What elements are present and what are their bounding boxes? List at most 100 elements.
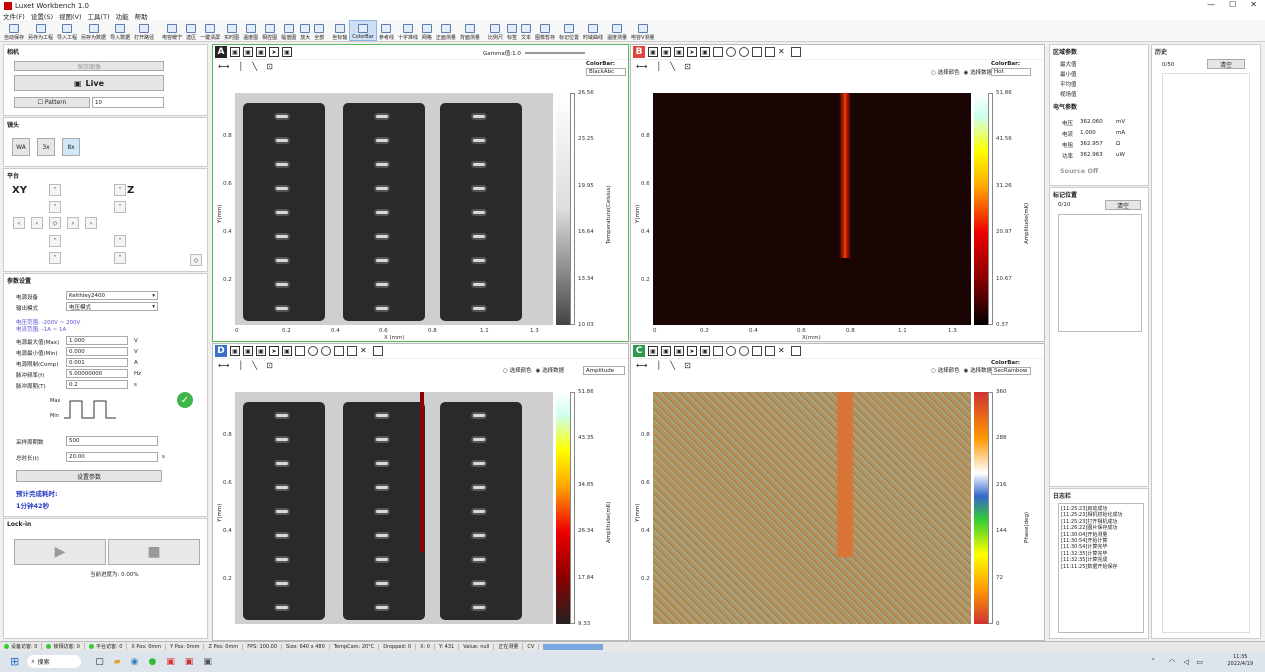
- toolbar-button-6[interactable]: 电容暖宁: [160, 20, 184, 41]
- export-icon[interactable]: ▣: [256, 346, 266, 356]
- radio-color[interactable]: ○ 选择颜色: [931, 366, 960, 374]
- menu-help[interactable]: 帮助: [135, 11, 148, 21]
- toolbar-button-0[interactable]: 自动保存: [2, 20, 26, 41]
- toolbar-button-20[interactable]: 正面测量: [434, 20, 458, 41]
- vline-icon[interactable]: │: [238, 62, 243, 71]
- fill-icon[interactable]: [791, 47, 801, 57]
- quad-A-image[interactable]: [235, 93, 553, 325]
- stage-left-button[interactable]: ‹: [31, 217, 43, 229]
- quad-B-colormap-select[interactable]: Hot: [991, 68, 1031, 76]
- menu-settings[interactable]: 设置(S): [31, 11, 53, 21]
- star-icon[interactable]: [765, 47, 775, 57]
- vline-icon[interactable]: │: [656, 62, 661, 71]
- circle-icon[interactable]: [308, 346, 318, 356]
- toolbar-button-2[interactable]: 导入工程: [55, 20, 79, 41]
- z-up-button[interactable]: ˄: [114, 201, 126, 213]
- maximize-button[interactable]: ☐: [1229, 0, 1236, 9]
- toolbar-button-1[interactable]: 另存为工程: [26, 20, 55, 41]
- lockin-play-button[interactable]: ▶: [14, 539, 106, 565]
- ruler-icon[interactable]: ⟷: [218, 62, 229, 71]
- toolbar-button-17[interactable]: 参考线: [377, 20, 396, 41]
- set-params-button[interactable]: 设置参数: [16, 470, 162, 482]
- circle-icon[interactable]: [726, 47, 736, 57]
- param-select-1[interactable]: 电压模式 ▾: [66, 302, 158, 311]
- toolbar-button-26[interactable]: 标记位置: [557, 20, 581, 41]
- diag-icon[interactable]: ╲: [252, 361, 257, 370]
- crop-icon[interactable]: ⊡: [266, 62, 273, 71]
- quad-D-data-select[interactable]: Amplitude: [583, 366, 625, 375]
- stage-up-fast-button[interactable]: ˄: [49, 184, 61, 196]
- param2-input-4[interactable]: 0.2: [66, 380, 128, 389]
- save-icon[interactable]: ▣: [230, 346, 240, 356]
- gamma-slider[interactable]: [525, 52, 585, 54]
- toolbar-button-7[interactable]: 选区: [184, 20, 198, 41]
- cursor-icon[interactable]: ➤: [687, 346, 697, 356]
- app-icon-3[interactable]: ▣: [203, 657, 212, 667]
- lockin-stop-button[interactable]: ■: [108, 539, 200, 565]
- lens-8x-button[interactable]: 8x: [62, 138, 80, 156]
- toolbar-button-29[interactable]: 电容V测量: [629, 20, 656, 41]
- x-icon[interactable]: ✕: [360, 346, 370, 356]
- export-icon[interactable]: ▣: [674, 47, 684, 57]
- crop-icon[interactable]: ⊡: [684, 361, 691, 370]
- live-button[interactable]: ▣ Live: [14, 75, 164, 91]
- z-down-fast-button[interactable]: ˅: [114, 252, 126, 264]
- param-select-0[interactable]: Keithley2400 ▾: [66, 291, 158, 300]
- stage-home-button[interactable]: ◇: [49, 217, 61, 229]
- toolbar-button-12[interactable]: 幅值图: [279, 20, 298, 41]
- toolbar-button-18[interactable]: 十字准线: [396, 20, 420, 41]
- toolbar-button-5[interactable]: 打开路径: [132, 20, 156, 41]
- taskview-icon[interactable]: ▢: [95, 657, 104, 667]
- stage-right-button[interactable]: ›: [67, 217, 79, 229]
- lens-wa-button[interactable]: WA: [12, 138, 30, 156]
- chart-icon[interactable]: ▣: [282, 47, 292, 57]
- stage-up-button[interactable]: ˄: [49, 201, 61, 213]
- toolbar-button-9[interactable]: 实时图: [222, 20, 241, 41]
- x-icon[interactable]: ✕: [778, 346, 788, 356]
- files-icon[interactable]: ▰: [114, 657, 121, 667]
- toolbar-button-25[interactable]: 图像暂存: [533, 20, 557, 41]
- rect-icon[interactable]: [713, 47, 723, 57]
- quad-B-image[interactable]: [653, 93, 971, 325]
- history-list[interactable]: [1162, 73, 1250, 633]
- menu-view[interactable]: 视图(V): [59, 11, 82, 21]
- save-as-icon[interactable]: ▣: [243, 346, 253, 356]
- close-button[interactable]: ✕: [1250, 0, 1257, 9]
- diag-icon[interactable]: ╲: [670, 62, 675, 71]
- ellipse-icon[interactable]: [739, 346, 749, 356]
- param2-input-1[interactable]: 0.000: [66, 347, 128, 356]
- save-icon[interactable]: ▣: [648, 346, 658, 356]
- stage-down-button[interactable]: ˅: [49, 235, 61, 247]
- history-clear-button[interactable]: 清空: [1207, 59, 1245, 69]
- z-down-button[interactable]: ˅: [114, 235, 126, 247]
- pattern-checkbox[interactable]: ☐ Pattern: [14, 97, 90, 108]
- chart-icon[interactable]: ▣: [700, 47, 710, 57]
- param2-input-3[interactable]: 5.00000000: [66, 369, 128, 378]
- quad-A-colorbar-slider[interactable]: [570, 93, 575, 325]
- quad-A-colormap-select[interactable]: BlackAbc: [586, 68, 626, 76]
- menu-file[interactable]: 文件(F): [3, 11, 25, 21]
- save-as-icon[interactable]: ▣: [661, 346, 671, 356]
- quad-B-colorbar-slider[interactable]: [988, 93, 993, 325]
- save-icon[interactable]: ▣: [230, 47, 240, 57]
- z-home-button[interactable]: ◇: [190, 254, 202, 266]
- stage-left-fast-button[interactable]: ‹: [13, 217, 25, 229]
- toolbar-button-19[interactable]: 网格: [420, 20, 434, 41]
- toolbar-button-8[interactable]: 一键清屏: [198, 20, 222, 41]
- polygon-icon[interactable]: [752, 47, 762, 57]
- fill-icon[interactable]: [791, 346, 801, 356]
- toolbar-button-4[interactable]: 导入数据: [108, 20, 132, 41]
- toolbar-button-16[interactable]: ColorBar: [349, 20, 377, 41]
- ruler-icon[interactable]: ⟷: [636, 361, 647, 370]
- save-image-button[interactable]: 保存图像: [14, 61, 164, 71]
- radio-color[interactable]: ○ 选择颜色: [503, 366, 532, 374]
- toolbar-button-11[interactable]: 相控图: [260, 20, 279, 41]
- x-icon[interactable]: ✕: [778, 47, 788, 57]
- crop-icon[interactable]: ⊡: [684, 62, 691, 71]
- vline-icon[interactable]: │: [656, 361, 661, 370]
- ruler-icon[interactable]: ⟷: [636, 62, 647, 71]
- quad-D-image[interactable]: [235, 392, 553, 624]
- stage-right-fast-button[interactable]: ›: [85, 217, 97, 229]
- param2-input-2[interactable]: 0.001: [66, 358, 128, 367]
- export-icon[interactable]: ▣: [256, 47, 266, 57]
